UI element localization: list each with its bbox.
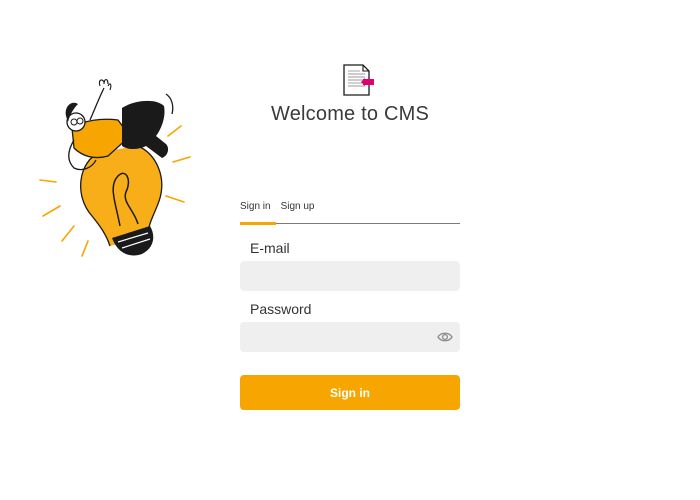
auth-tabs: Sign in Sign up	[240, 200, 460, 225]
email-field-wrapper	[240, 261, 460, 291]
password-field[interactable]	[240, 322, 460, 352]
lightbulb-person-illustration	[39, 78, 191, 257]
password-label: Password	[250, 301, 312, 317]
document-icon	[343, 64, 374, 96]
tab-sign-in[interactable]: Sign in	[240, 200, 276, 225]
login-page: Welcome to CMS Sign in Sign up E-mail Pa…	[0, 0, 700, 500]
sign-in-button[interactable]: Sign in	[240, 375, 460, 410]
eye-icon[interactable]	[437, 330, 453, 344]
page-title: Welcome to CMS	[270, 103, 430, 125]
email-label: E-mail	[250, 240, 290, 256]
email-field[interactable]	[240, 261, 460, 291]
password-field-wrapper	[240, 322, 460, 352]
tab-sign-up[interactable]: Sign up	[281, 200, 315, 223]
